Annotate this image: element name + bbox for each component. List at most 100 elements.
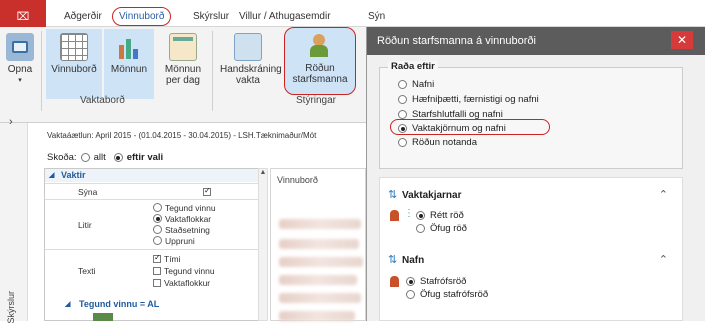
selection-highlight-ring [390,119,550,135]
row-litir: Litir Tegund vinnu Vaktaflokkar Staðsetn… [45,199,258,249]
texti-option-vaktaflokkur[interactable]: Vaktaflokkur [153,277,211,288]
rada-option-label: Röðun notanda [412,137,477,148]
group-tegund-label: Tegund vinnu = AL [79,299,160,309]
blurred-row [279,219,361,229]
row-texti: Texti Tími Tegund vinnu Vaktaflokkur [45,249,258,289]
ribbon-separator [41,31,42,111]
vaktakjarnar-option-label: Öfug röð [430,223,467,234]
nafn-ofug-stafrofsrod[interactable]: Öfug stafrófsröð [406,288,488,301]
monnun-per-dag-button[interactable]: Mönnun per dag [158,29,208,99]
group-vaktir[interactable]: ◢ Vaktir [45,169,258,182]
opna-label: Opna [7,64,33,75]
person-icon [390,210,399,221]
people-sort-icon [306,32,334,60]
app-logo-strip [0,0,46,7]
monnun-per-dag-label: Mönnun per dag [164,64,202,86]
blurred-row [279,275,357,285]
rodun-dialog: Röðun starfsmanna á vinnuborði ✕ Raða ef… [366,27,705,321]
vinnubord-pane: Vinnuborð [270,168,366,321]
skoda-allt-radio[interactable] [80,153,90,162]
side-tab-skyrslur[interactable]: Skýrslur [6,291,16,324]
skoda-eftir-vali-label: eftir vali [126,152,164,163]
sort-az-icon: ⇅ [388,254,398,266]
texti-option-timi[interactable]: Tími [153,253,181,264]
settings-grid: ◢ Vaktir Sýna Litir Tegund vinnu Vaktafl… [44,168,259,321]
skoda-label: Skoða: [47,152,77,163]
vaktakjarnar-ofug-rod[interactable]: Öfug röð [416,222,467,235]
handentry-icon [234,33,262,61]
app-menu-button[interactable]: ⌧ [0,7,46,27]
litir-option-label: Vaktaflokkar [165,213,212,224]
litir-option-tegund[interactable]: Tegund vinnu [153,202,216,213]
blurred-row [279,311,355,321]
grid-icon [60,33,88,61]
grid-scrollbar[interactable]: ▲ [258,168,268,321]
menu-syn[interactable]: Sýn [362,7,391,27]
syna-checkbox[interactable] [203,186,211,198]
menu-villur[interactable]: Villur / Athugasemdir [233,7,337,27]
syna-label: Sýna [78,187,98,197]
litir-option-vaktaflokkar[interactable]: Vaktaflokkar [153,213,212,224]
nafn-stafrofsrod[interactable]: Stafrófsröð [406,275,466,288]
nafn-title: Nafn [402,255,425,266]
color-swatch [93,313,113,321]
litir-option-label: Tegund vinnu [165,202,216,213]
list-order-icon: ⋮ [404,208,414,219]
group-tegund-vinnu[interactable]: ◢ Tegund vinnu = AL [45,298,258,311]
opna-button[interactable]: Opna ▾ [2,29,38,99]
options-panel: ⇅ Vaktakjarnar ⌃ ⋮ Rétt röð Öfug röð ⇅ N… [379,177,683,321]
group-vaktir-label: Vaktir [61,170,86,180]
monnun-label: Mönnun [110,64,148,75]
rada-option-label: Nafni [412,79,435,90]
plan-title: Vaktaáætlun: April 2015 - (01.04.2015 - … [47,131,317,140]
menu-vinnubord[interactable]: Vinnuborð [112,7,172,26]
menu-skyrslur[interactable]: Skýrslur [187,7,235,27]
rada-eftir-legend: Raða eftir [388,61,438,72]
handskraning-button[interactable]: Handskráning vakta [218,29,282,99]
chevron-right-icon[interactable]: › [9,116,13,128]
texti-option-tegund[interactable]: Tegund vinnu [153,265,215,276]
litir-option-uppruni[interactable]: Uppruni [153,235,195,246]
litir-label: Litir [78,220,92,230]
vinnubord-label: Vinnuborð [51,64,97,75]
rodun-label: Röðun starfsmanna [292,63,348,85]
nafn-option-label: Öfug stafrófsröð [420,289,489,300]
texti-label: Texti [78,266,96,276]
rada-option-nafni[interactable]: Nafni [398,78,434,91]
monnun-button[interactable]: Mönnun [104,29,154,99]
vinnubord-header: Vinnuborð [277,175,318,185]
left-toolbar: › Skýrslur [0,116,28,324]
rada-option-notanda[interactable]: Röðun notanda [398,136,477,149]
row-syna: Sýna [45,183,258,199]
close-button[interactable]: ✕ [671,31,693,49]
group-label-vaktabord: Vaktaborð [80,95,125,106]
nafn-option-label: Stafrófsröð [420,276,467,287]
group-label-styringar: Stýringar [296,95,337,106]
litir-option-stadsetning[interactable]: Staðsetning [153,225,210,235]
blurred-row [279,257,363,267]
vaktakjarnar-rett-rod[interactable]: Rétt röð [416,209,464,222]
skoda-allt-label: allt [93,152,106,163]
texti-option-label: Tími [164,253,181,264]
chevron-up-icon[interactable]: ⌃ [659,188,668,201]
bar-chart-icon [115,33,143,61]
blurred-row [279,239,359,249]
dropdown-arrow-icon: ▾ [18,77,22,84]
litir-option-label: Uppruni [165,235,195,246]
chevron-up-icon[interactable]: ⌃ [659,253,668,266]
vaktakjarnar-option-label: Rétt röð [430,210,464,221]
collapse-icon[interactable]: ◢ [49,169,54,182]
skoda-row: Skoða: allt eftir vali [47,152,163,163]
collapse-icon[interactable]: ◢ [65,298,70,311]
skoda-eftir-vali-radio[interactable] [113,153,123,162]
menu-adgerdir[interactable]: Aðgerðir [58,7,108,27]
ribbon-separator [212,31,213,111]
texti-option-label: Tegund vinnu [164,265,215,276]
vaktakjarnar-title: Vaktakjarnar [402,190,462,201]
rodun-starfsmanna-button[interactable]: Röðun starfsmanna [284,27,356,95]
texti-option-label: Vaktaflokkur [164,277,211,288]
vinnubord-button[interactable]: Vinnuborð [46,29,102,99]
rada-option-haefni[interactable]: Hæfniþætti, færnistigi og nafni [398,93,539,106]
rada-eftir-group: Raða eftir Nafni Hæfniþætti, færnistigi … [379,61,683,169]
left-pane: › Skýrslur Vaktaáætlun: April 2015 - (01… [0,116,366,324]
